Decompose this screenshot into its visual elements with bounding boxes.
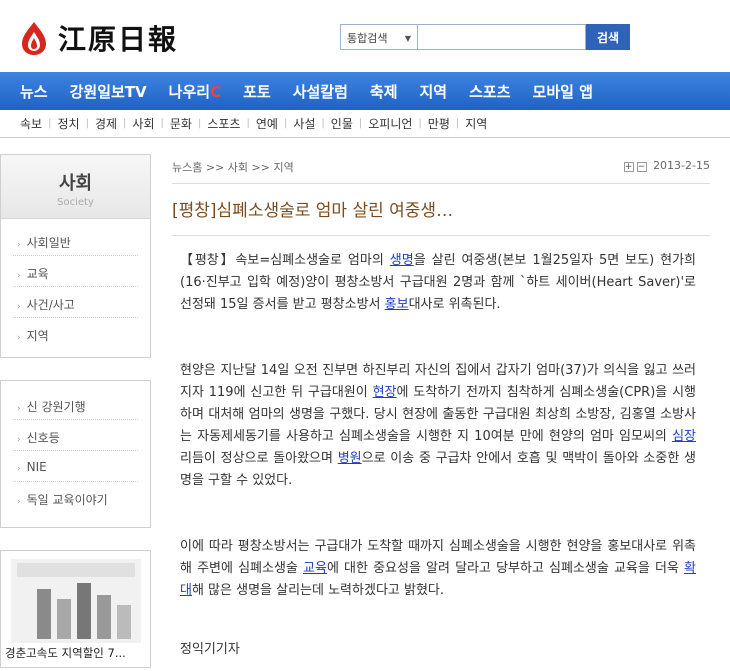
main-nav-tv[interactable]: 강원일보TV [70,81,147,102]
series-menu: › 신 강원기행 › 신호등 › NIE › 독일 교육이야기 [1,381,150,513]
sidebar-item-label: 독일 교육이야기 [26,493,108,507]
promo-box[interactable]: 경춘고속도 지역할인 7... [0,550,151,668]
keyword-link[interactable]: 심장 [672,429,696,444]
chevron-right-icon: › [17,271,21,281]
sub-nav-item[interactable]: 속보 [20,115,48,132]
sub-nav: 속보 | 정치 | 경제 | 사회 | 문화 | 스포츠 | 연예 | 사설 | 인물 | 오피니… [0,110,730,138]
sub-nav-item[interactable]: 사설 [287,115,321,132]
sidebar-item[interactable]: › 지역 [13,318,138,349]
chevron-right-icon: › [17,435,21,445]
breadcrumb-text[interactable]: 뉴스홈 >> 사회 >> 지역 [172,161,294,174]
sidebar-item-label: 신 강원기행 [26,400,86,414]
zoom-out-icon[interactable]: − [636,162,647,172]
sub-nav-item[interactable]: 지역 [459,115,493,132]
chevron-down-icon: ▼ [404,34,411,43]
sub-nav-item[interactable]: 정치 [51,115,85,132]
main-nav-photo[interactable]: 포토 [243,81,271,102]
article-paragraph: 【평창】속보=심폐소생술로 엄마의 생명을 살린 여중생(본보 1월25일자 5… [180,250,696,316]
section-title-ko: 사회 [58,173,93,194]
search-scope-select[interactable]: 통합검색 ▼ [340,24,418,50]
logo-text: 江原日報 [58,23,179,56]
main-nav-nauri-accent: C [210,82,222,101]
sub-nav-item[interactable]: 인물 [325,115,359,132]
text-run: 대사로 위촉된다. [408,297,501,312]
chevron-right-icon: › [17,404,21,414]
sub-nav-item[interactable]: 문화 [164,115,198,132]
article-meta: + − 2013-2-15 [623,159,710,172]
section-menu: › 사회일반 › 교육 › 사건/사고 › 지역 [1,219,150,349]
section-menu-box: 사회 Society › 사회일반 › 교육 › 사건/사고 › 지역 [0,154,151,358]
main-nav-sports[interactable]: 스포츠 [469,81,510,102]
sidebar-item[interactable]: › 사건/사고 [13,287,138,318]
article-body: 【평창】속보=심폐소생술로 엄마의 생명을 살린 여중생(본보 1월25일자 5… [172,236,710,602]
site-header: 江原日報 통합검색 ▼ 검색 [0,0,730,72]
main-nav-festival[interactable]: 축제 [370,81,398,102]
section-title: 사회 Society [1,155,150,219]
keyword-link[interactable]: 홍보 [385,297,409,312]
sidebar-item[interactable]: › 교육 [13,256,138,287]
article-paragraph: 이에 따라 평창소방서는 구급대가 도착할 때까지 심폐소생술을 시행한 현양을… [180,536,696,602]
sidebar: 사회 Society › 사회일반 › 교육 › 사건/사고 › 지역 › 신 강원기행 … [0,154,151,668]
article: 뉴스홈 >> 사회 >> 지역 + − 2013-2-15 [평창]심폐소생술로 … [172,154,710,657]
keyword-link[interactable]: 병원 [338,451,362,466]
zoom-in-icon[interactable]: + [623,162,634,172]
article-date: 2013-2-15 [653,159,710,172]
sub-nav-item[interactable]: 만평 [422,115,456,132]
main-nav-nauri[interactable]: 나우리C [169,81,221,102]
text-run: 【평창】속보=심폐소생술로 엄마의 [180,253,390,268]
sidebar-item-label: NIE [26,460,47,474]
flame-logo-icon [22,22,46,55]
chevron-right-icon: › [17,464,21,474]
sidebar-item[interactable]: › 신호등 [13,420,138,451]
sub-nav-item[interactable]: 오피니언 [362,115,418,132]
main-nav: 뉴스 강원일보TV 나우리C 포토 사설칼럼 축제 지역 스포츠 모바일 앱 [0,72,730,110]
keyword-link[interactable]: 교육 [303,561,327,576]
text-run: 에 대한 중요성을 알려 달라고 당부하고 심폐소생술 교육을 더욱 [326,561,685,576]
main-nav-editorial[interactable]: 사설칼럼 [293,81,348,102]
main-nav-nauri-label: 나우리 [168,82,211,101]
chevron-right-icon: › [17,333,21,343]
keyword-link[interactable]: 현장 [373,385,397,400]
sidebar-item[interactable]: › 신 강원기행 [13,389,138,420]
chevron-right-icon: › [17,240,21,250]
article-paragraph: 현양은 지난달 14일 오전 진부면 하진부리 자신의 집에서 갑자기 엄마(3… [180,360,696,492]
promo-thumbnail [11,559,141,643]
promo-caption: 경춘고속도 지역할인 7... [5,646,126,660]
sidebar-item-label: 사건/사고 [26,298,75,312]
sub-nav-item[interactable]: 스포츠 [201,115,246,132]
main-nav-region[interactable]: 지역 [420,81,448,102]
search-button[interactable]: 검색 [586,24,630,50]
article-byline: 정익기기자 [180,642,240,657]
sidebar-item[interactable]: › 독일 교육이야기 [13,482,138,513]
section-title-en: Society [57,197,94,208]
search-scope-label: 통합검색 [347,32,388,45]
main-nav-mobile-app[interactable]: 모바일 앱 [533,81,593,102]
sub-nav-item[interactable]: 사회 [126,115,160,132]
sidebar-item-label: 사회일반 [26,236,71,250]
series-menu-box: › 신 강원기행 › 신호등 › NIE › 독일 교육이야기 [0,380,151,528]
site-logo[interactable]: 江原日報 [18,18,178,58]
sub-nav-item[interactable]: 연예 [250,115,284,132]
search-bar: 통합검색 ▼ 검색 [340,24,630,50]
chevron-right-icon: › [17,497,21,507]
keyword-link[interactable]: 생명 [390,253,414,268]
breadcrumb: 뉴스홈 >> 사회 >> 지역 + − 2013-2-15 [172,154,710,184]
sidebar-item[interactable]: › 사회일반 [13,225,138,256]
sidebar-item[interactable]: › NIE [13,451,138,482]
main-nav-news[interactable]: 뉴스 [20,81,48,102]
chevron-right-icon: › [17,302,21,312]
sub-nav-item[interactable]: 경제 [89,115,123,132]
article-headline: [평창]심폐소생술로 엄마 살린 여중생… [172,184,710,236]
sidebar-item-label: 신호등 [26,431,60,445]
sidebar-item-label: 교육 [26,267,49,281]
search-input[interactable] [418,24,586,50]
text-run: 리듬이 정상으로 돌아왔으며 [180,451,338,466]
text-run: 해 많은 생명을 살리는데 노력하겠다고 밝혔다. [191,583,445,598]
sidebar-item-label: 지역 [26,329,49,343]
